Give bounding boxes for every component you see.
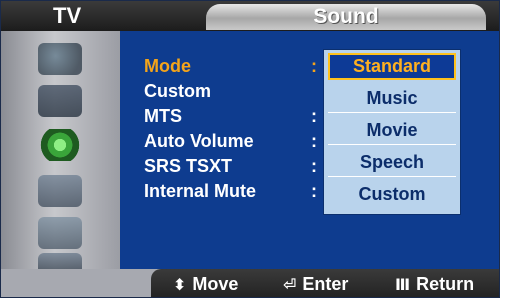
page-title: Sound	[313, 5, 379, 28]
return-icon: Ⅲ	[395, 277, 411, 294]
mode-dropdown[interactable]: Standard Music Movie Speech Custom	[323, 49, 461, 215]
menu-separator: :	[311, 181, 317, 201]
menu-item-mode[interactable]: Mode	[144, 56, 191, 78]
footer-bar: ⬍ Move ⏎ Enter Ⅲ Return	[1, 269, 499, 297]
move-label: Move	[192, 274, 239, 294]
menu-separator: :	[311, 131, 317, 151]
picture-icon[interactable]	[38, 85, 82, 117]
move-hint: ⬍ Move	[173, 272, 238, 296]
sound-icon[interactable]	[38, 129, 82, 161]
return-hint: Ⅲ Return	[395, 272, 474, 296]
menu-separator: :	[311, 56, 317, 76]
input-icon[interactable]	[38, 253, 82, 269]
channel-icon[interactable]	[38, 175, 82, 207]
menu-item-internal-mute[interactable]: Internal Mute	[144, 181, 256, 203]
enter-label: Enter	[302, 274, 349, 294]
antenna-icon[interactable]	[38, 43, 82, 75]
sound-tab[interactable]: Sound	[206, 4, 486, 30]
menu-item-custom[interactable]: Custom	[144, 81, 211, 103]
option-speech[interactable]: Speech	[328, 149, 456, 177]
menu-separator: :	[311, 156, 317, 176]
enter-icon: ⏎	[283, 277, 297, 294]
menu-item-srs-tsxt[interactable]: SRS TSXT	[144, 156, 232, 178]
menu-separator: :	[311, 106, 317, 126]
setup-icon[interactable]	[38, 217, 82, 249]
category-sidebar	[1, 31, 120, 269]
menu-item-auto-volume[interactable]: Auto Volume	[144, 131, 254, 153]
return-label: Return	[416, 274, 475, 294]
header-bar: TV Sound	[1, 1, 499, 31]
menu-item-mts[interactable]: MTS	[144, 106, 182, 128]
enter-hint: ⏎ Enter	[283, 272, 348, 296]
hint-bar: ⬍ Move ⏎ Enter Ⅲ Return	[151, 269, 499, 297]
tv-label: TV	[53, 3, 82, 28]
option-music[interactable]: Music	[328, 85, 456, 113]
move-arrows-icon: ⬍	[173, 277, 187, 294]
option-standard[interactable]: Standard	[328, 53, 456, 80]
option-custom[interactable]: Custom	[328, 181, 456, 208]
option-movie[interactable]: Movie	[328, 117, 456, 145]
tv-osd-screen: TV Sound Mode : Custom MTS : Auto Volume…	[0, 0, 500, 298]
